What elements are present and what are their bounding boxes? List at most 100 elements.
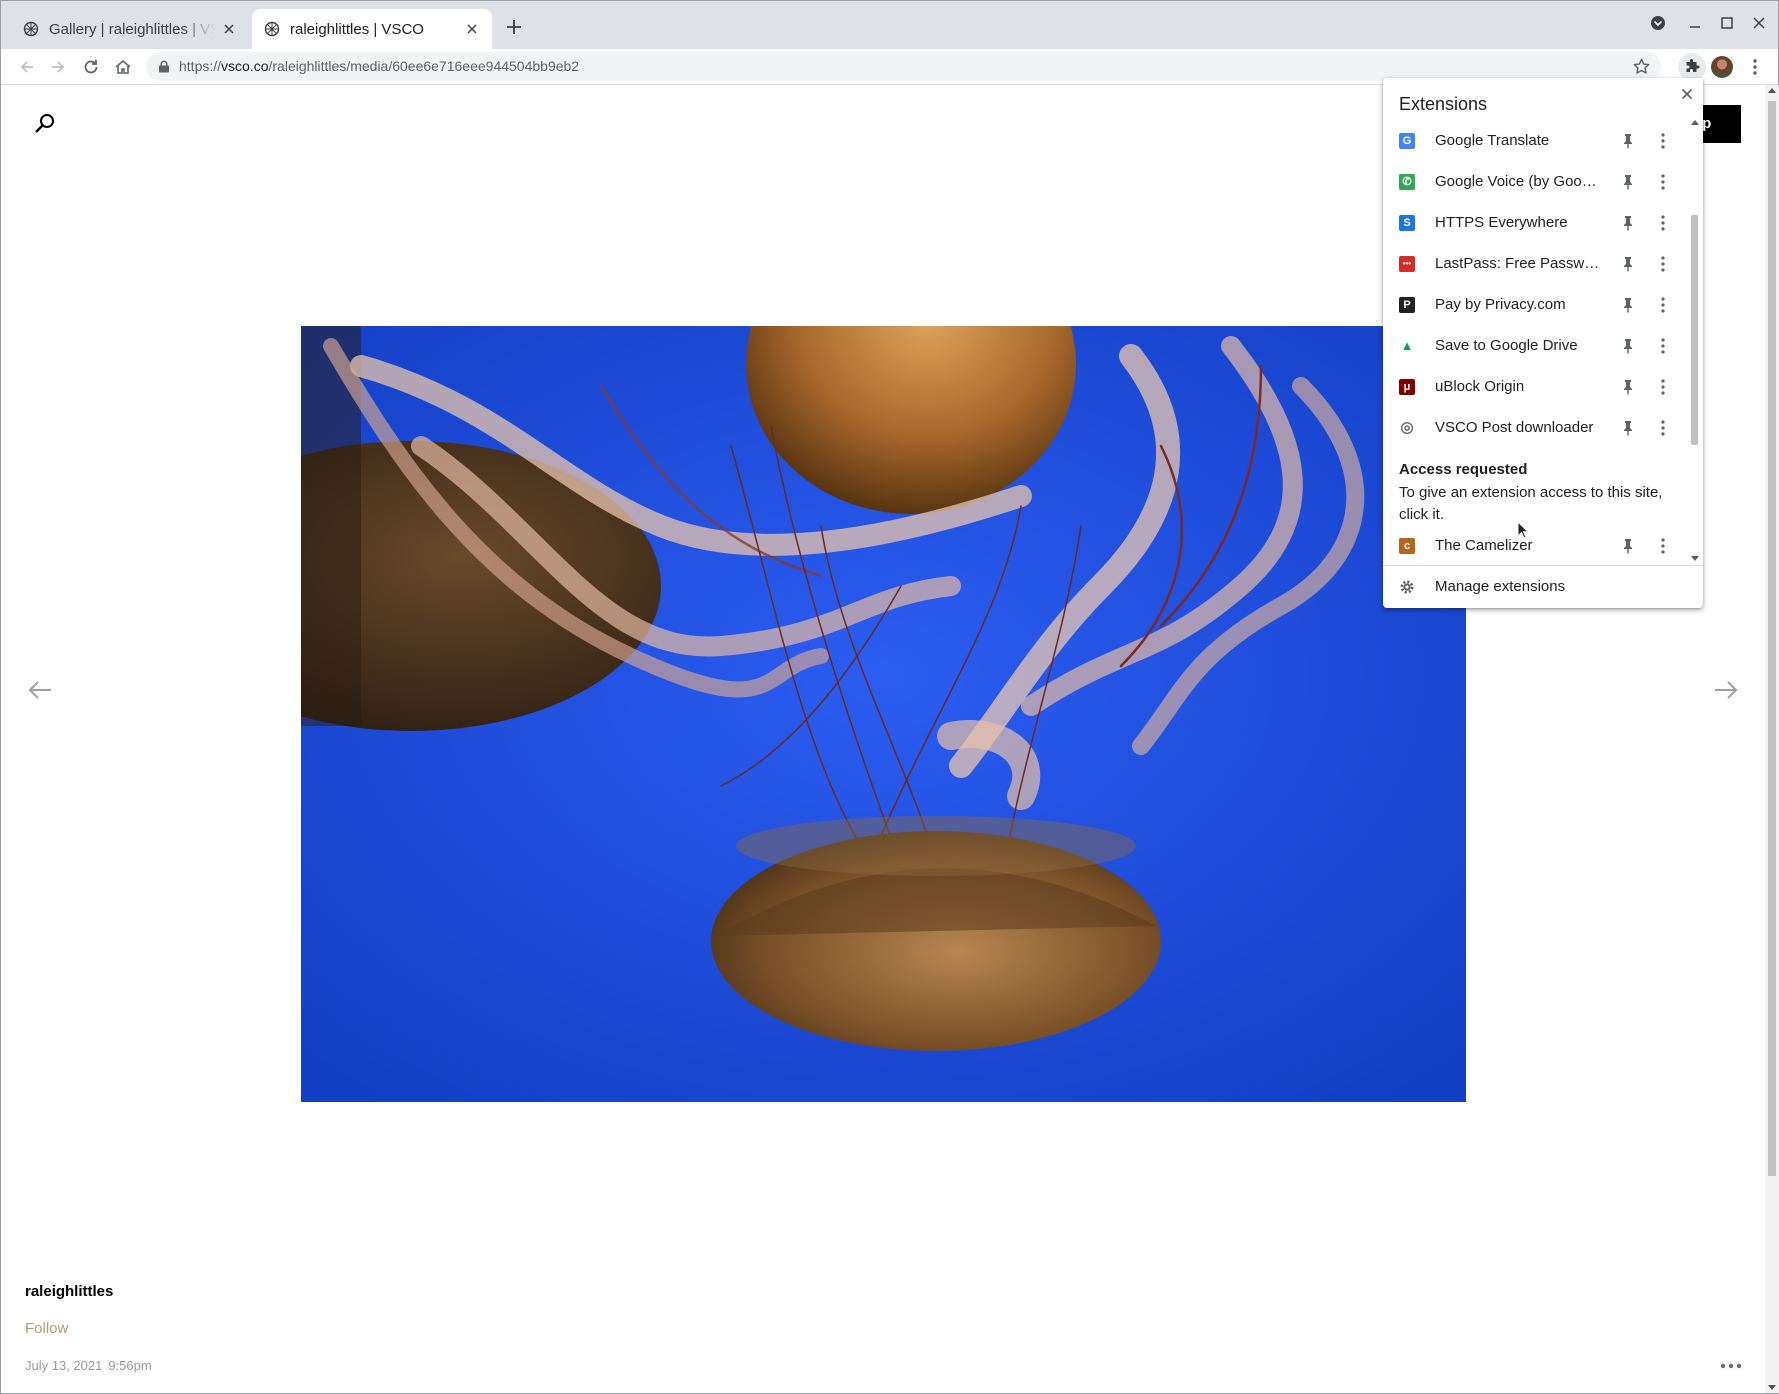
pin-icon[interactable] xyxy=(1621,297,1635,313)
extension-item-ublock[interactable]: μ uBlock Origin xyxy=(1383,366,1687,407)
extensions-popup: Extensions G Google Translate ✆ Google V… xyxy=(1383,78,1703,608)
extension-name: Google Voice (by Google) xyxy=(1435,173,1600,190)
lastpass-icon: ••• xyxy=(1399,256,1415,272)
new-tab-icon[interactable] xyxy=(504,17,524,37)
access-requested-description: To give an extension access to this site… xyxy=(1399,484,1663,523)
scroll-down-arrow[interactable] xyxy=(1768,1385,1776,1390)
tab-title: raleighlittles | VSCO xyxy=(290,20,424,38)
extension-name: Save to Google Drive xyxy=(1435,337,1578,354)
follow-button[interactable]: Follow xyxy=(25,1320,68,1337)
extension-name: Google Translate xyxy=(1435,132,1550,149)
close-tab-icon[interactable] xyxy=(221,21,237,37)
close-tab-icon[interactable] xyxy=(464,21,480,37)
vsco-downloader-icon: ◎ xyxy=(1400,419,1414,436)
manage-extensions-label: Manage extensions xyxy=(1435,578,1566,595)
extension-name: LastPass: Free Password Manager xyxy=(1435,255,1600,272)
next-arrow-icon[interactable] xyxy=(1713,680,1739,700)
extension-name: VSCO Post downloader xyxy=(1435,419,1594,436)
extension-name: The Camelizer xyxy=(1435,537,1533,554)
url-text: https://vsco.co/raleighlittles/media/60e… xyxy=(179,58,579,74)
extensions-button[interactable] xyxy=(1678,53,1706,81)
scroll-up-arrow[interactable] xyxy=(1691,120,1699,125)
jellyfish-image xyxy=(301,326,1466,1102)
pin-icon[interactable] xyxy=(1621,256,1635,272)
username-link[interactable]: raleighlittles xyxy=(25,1283,113,1300)
extension-menu-icon[interactable] xyxy=(1660,173,1666,191)
bookmark-star-icon[interactable] xyxy=(1632,57,1651,76)
camelizer-icon: c xyxy=(1399,538,1415,554)
scroll-down-arrow[interactable] xyxy=(1691,556,1699,561)
url-prefix: https:// xyxy=(179,58,222,74)
extension-menu-icon[interactable] xyxy=(1660,132,1666,150)
browser-menu-icon[interactable] xyxy=(1746,58,1764,76)
url-path: /raleighlittles/media/60ee6e716eee944504… xyxy=(268,58,580,74)
close-icon[interactable] xyxy=(1679,86,1695,102)
pin-icon[interactable] xyxy=(1621,133,1635,149)
extension-item-privacy[interactable]: P Pay by Privacy.com xyxy=(1383,284,1687,325)
extension-name: uBlock Origin xyxy=(1435,378,1525,395)
tab-media[interactable]: raleighlittles | VSCO xyxy=(252,9,492,49)
privacy-icon: P xyxy=(1399,297,1415,313)
reload-icon[interactable] xyxy=(81,57,101,77)
pin-icon[interactable] xyxy=(1621,538,1635,554)
extension-menu-icon[interactable] xyxy=(1660,214,1666,232)
tab-gallery[interactable]: Gallery | raleighlittles | VSCO xyxy=(11,9,249,49)
extensions-list: G Google Translate ✆ Google Voice (by Go… xyxy=(1383,120,1687,561)
google-drive-icon: ▲ xyxy=(1400,338,1414,353)
extension-item-lastpass[interactable]: ••• LastPass: Free Password Manager xyxy=(1383,243,1687,284)
extension-item-google-drive[interactable]: ▲ Save to Google Drive xyxy=(1383,325,1687,366)
maximize-icon[interactable] xyxy=(1717,13,1737,33)
profile-avatar[interactable] xyxy=(1711,56,1733,78)
extension-menu-icon[interactable] xyxy=(1660,419,1666,437)
page-scrollbar[interactable] xyxy=(1765,85,1779,1393)
scroll-thumb[interactable] xyxy=(1691,215,1698,445)
mouse-cursor-icon xyxy=(1517,521,1529,539)
extension-item-google-translate[interactable]: G Google Translate xyxy=(1383,120,1687,161)
minimize-icon[interactable] xyxy=(1685,13,1705,33)
post-date-text: July 13, 2021 xyxy=(25,1358,103,1373)
extension-item-google-voice[interactable]: ✆ Google Voice (by Google) xyxy=(1383,161,1687,202)
https-everywhere-icon: S xyxy=(1399,215,1415,231)
access-requested-heading: Access requested xyxy=(1399,461,1528,478)
previous-arrow-icon[interactable] xyxy=(27,680,53,700)
extension-menu-icon[interactable] xyxy=(1660,337,1666,355)
google-voice-icon: ✆ xyxy=(1399,174,1415,190)
vsco-favicon-icon xyxy=(264,21,280,37)
post-date: July 13, 2021 9:56pm xyxy=(25,1358,152,1373)
extension-menu-icon[interactable] xyxy=(1660,255,1666,273)
forward-icon[interactable] xyxy=(48,57,68,77)
extension-menu-icon[interactable] xyxy=(1660,378,1666,396)
pin-icon[interactable] xyxy=(1621,215,1635,231)
extension-menu-icon[interactable] xyxy=(1660,296,1666,314)
address-bar[interactable]: https://vsco.co/raleighlittles/media/60e… xyxy=(146,52,1661,81)
pin-icon[interactable] xyxy=(1621,338,1635,354)
extensions-title: Extensions xyxy=(1399,94,1488,114)
lock-icon[interactable] xyxy=(158,60,170,73)
google-translate-icon: G xyxy=(1399,133,1415,149)
manage-extensions-button[interactable]: Manage extensions xyxy=(1383,566,1703,608)
scroll-up-arrow[interactable] xyxy=(1768,88,1776,93)
home-icon[interactable] xyxy=(113,57,133,77)
close-window-icon[interactable] xyxy=(1749,13,1769,33)
extension-item-vsco-downloader[interactable]: ◎ VSCO Post downloader xyxy=(1383,407,1687,448)
extensions-scrollbar[interactable] xyxy=(1688,120,1700,561)
extension-item-camelizer[interactable]: c The Camelizer xyxy=(1383,525,1687,561)
scroll-thumb[interactable] xyxy=(1768,101,1776,1176)
back-icon[interactable] xyxy=(17,57,37,77)
pin-icon[interactable] xyxy=(1621,174,1635,190)
browser-window: Gallery | raleighlittles | VSCO raleighl… xyxy=(0,0,1779,1394)
url-host: vsco.co xyxy=(221,58,269,74)
tab-title: Gallery | raleighlittles | VSCO xyxy=(49,20,215,38)
extension-name: Pay by Privacy.com xyxy=(1435,296,1566,313)
tab-search-icon[interactable] xyxy=(1648,13,1668,33)
jellyfish-photo xyxy=(301,326,1466,1102)
puzzle-icon xyxy=(1686,59,1700,72)
extension-menu-icon[interactable] xyxy=(1660,537,1666,555)
pin-icon[interactable] xyxy=(1621,420,1635,436)
pin-icon[interactable] xyxy=(1621,379,1635,395)
extension-name: HTTPS Everywhere xyxy=(1435,214,1568,231)
extension-item-https-everywhere[interactable]: S HTTPS Everywhere xyxy=(1383,202,1687,243)
more-options-icon[interactable] xyxy=(1719,1361,1743,1371)
tab-strip: Gallery | raleighlittles | VSCO raleighl… xyxy=(1,1,1778,49)
search-icon[interactable] xyxy=(33,112,57,136)
